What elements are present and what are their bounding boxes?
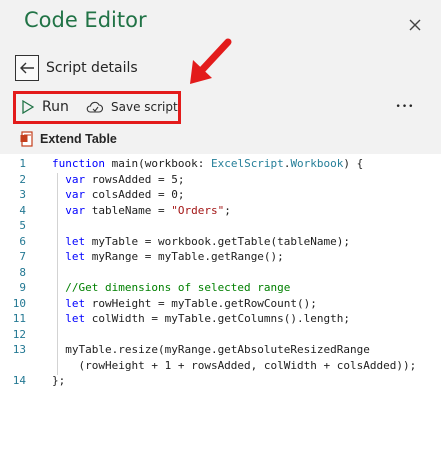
code-line: 3 var colsAdded = 0; <box>0 187 441 203</box>
line-number: 8 <box>19 265 26 279</box>
line-number: 4 <box>19 203 26 217</box>
save-script-button[interactable]: Save script <box>86 96 178 118</box>
code-line: 7 let myRange = myTable.getRange(); <box>0 249 441 265</box>
line-number: 6 <box>19 234 26 248</box>
line-number: 11 <box>12 312 26 325</box>
line-number: 12 <box>12 327 26 341</box>
code-line: 13 myTable.resize(myRange.getAbsoluteRes… <box>0 342 441 358</box>
code-line: 6 let myTable = workbook.getTable(tableN… <box>0 234 441 250</box>
code-line: 12 <box>0 327 441 343</box>
code-line: 8 <box>0 265 441 281</box>
script-details-label: Script details <box>46 60 138 76</box>
line-number: 14 <box>12 374 26 387</box>
line-number: 3 <box>19 188 26 201</box>
run-label: Run <box>42 99 69 115</box>
code-line: 10 let rowHeight = myTable.getRowCount()… <box>0 296 441 312</box>
line-number: 7 <box>19 250 26 263</box>
close-icon <box>409 19 421 31</box>
code-area[interactable]: 1 function main(workbook: ExcelScript.Wo… <box>0 156 441 389</box>
line-number: 9 <box>19 281 26 294</box>
run-button[interactable]: Run <box>22 96 69 118</box>
more-options-button[interactable]: ••• <box>394 97 416 117</box>
code-line: 5 <box>0 218 441 234</box>
script-name-row: Extend Table <box>20 131 117 147</box>
play-icon <box>22 100 34 114</box>
pane-title: Code Editor <box>24 8 147 32</box>
cloud-save-icon <box>86 101 104 113</box>
close-button[interactable] <box>404 14 426 36</box>
back-arrow-icon <box>20 62 34 74</box>
back-button[interactable] <box>15 55 39 81</box>
line-number: 2 <box>19 172 26 186</box>
script-name: Extend Table <box>40 132 117 146</box>
script-file-icon <box>20 131 33 147</box>
save-script-label: Save script <box>111 100 178 114</box>
code-editor-pane: Code Editor Script details Run Save scri… <box>0 0 441 449</box>
code-line: 9 //Get dimensions of selected range <box>0 280 441 296</box>
code-line: 11 let colWidth = myTable.getColumns().l… <box>0 311 441 327</box>
editor-header: Code Editor Script details Run Save scri… <box>0 0 441 154</box>
line-number: 1 <box>19 157 26 170</box>
line-number: 5 <box>19 219 26 232</box>
code-line: (rowHeight + 1 + rowsAdded, colWidth + c… <box>0 358 441 374</box>
line-number <box>0 358 26 374</box>
highlight-arrow-icon <box>190 38 232 84</box>
code-line: 14 }; <box>0 373 441 389</box>
code-line: 1 function main(workbook: ExcelScript.Wo… <box>0 156 441 172</box>
line-number: 10 <box>12 296 26 310</box>
code-line: 2 var rowsAdded = 5; <box>0 172 441 188</box>
line-number: 13 <box>12 343 26 356</box>
more-icon: ••• <box>395 102 415 112</box>
code-line: 4 var tableName = "Orders"; <box>0 203 441 219</box>
